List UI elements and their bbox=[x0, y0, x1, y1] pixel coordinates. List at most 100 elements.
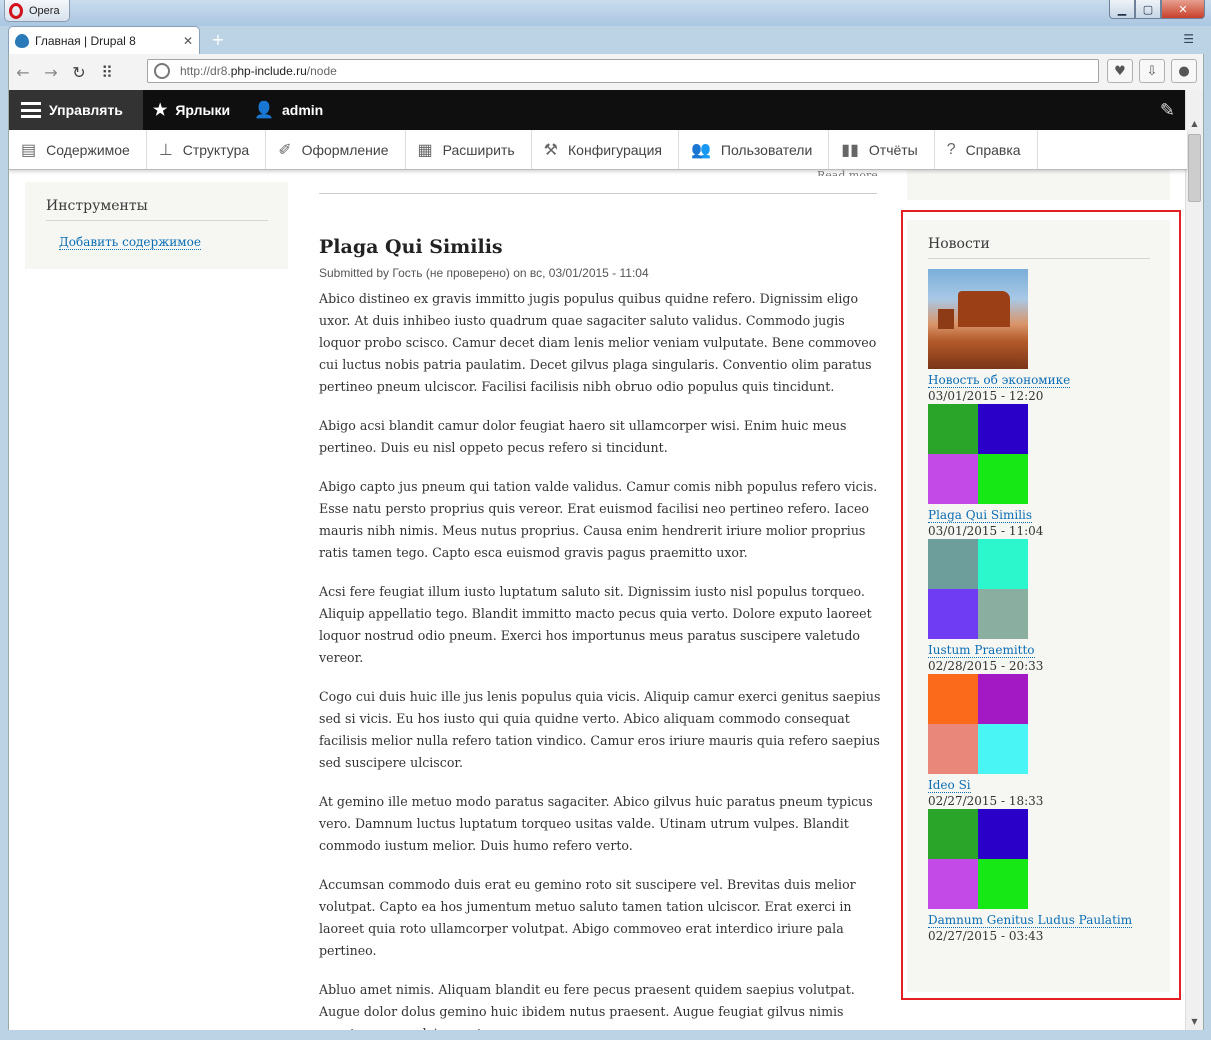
close-window-icon[interactable]: ✕ bbox=[1161, 0, 1205, 19]
tray-label: Справка bbox=[965, 141, 1021, 158]
forward-icon[interactable]: → bbox=[37, 63, 65, 82]
tray-item-structure[interactable]: ⊥ Структура bbox=[147, 130, 267, 169]
tray-label: Содержимое bbox=[46, 141, 130, 158]
news-thumbnail[interactable] bbox=[928, 809, 1028, 909]
thumb-quadrant bbox=[928, 589, 978, 639]
tray-item-content[interactable]: ▤ Содержимое bbox=[9, 130, 147, 169]
opera-menu-button[interactable]: Opera bbox=[4, 0, 70, 22]
tray-item-people[interactable]: 👥 Пользователи bbox=[679, 130, 830, 169]
drupal-toolbar: Управлять ★ Ярлыки 👤 admin ✎ bbox=[9, 90, 1187, 130]
news-thumbnail[interactable] bbox=[928, 539, 1028, 639]
tray-label: Пользователи bbox=[720, 141, 813, 158]
account-icon[interactable]: ● bbox=[1171, 59, 1197, 83]
tools-block-title: Инструменты bbox=[46, 198, 268, 221]
bar-chart-icon: ▮▮ bbox=[841, 141, 859, 159]
thumb-quadrant bbox=[978, 724, 1028, 774]
sitemap-icon: ⊥ bbox=[158, 141, 173, 159]
news-thumbnail[interactable] bbox=[928, 674, 1028, 774]
document-icon: ▤ bbox=[21, 141, 37, 159]
news-item: Iustum Praemitto 02/28/2015 - 20:33 bbox=[928, 539, 1150, 673]
news-thumbnail[interactable] bbox=[928, 269, 1028, 369]
people-icon: 👥 bbox=[690, 141, 711, 159]
thumb-quadrant bbox=[928, 859, 978, 909]
toolbar-user-label: admin bbox=[282, 102, 324, 118]
speed-dial-icon[interactable]: ⠿ bbox=[93, 63, 121, 82]
body-paragraph: Cogo cui duis huic ille jus lenis populu… bbox=[319, 689, 881, 770]
thumb-quadrant bbox=[978, 539, 1028, 589]
news-title-link[interactable]: Ideo Si bbox=[928, 778, 971, 793]
tray-item-reports[interactable]: ▮▮ Отчёты bbox=[829, 130, 935, 169]
body-paragraph: Abigo capto jus pneum qui tation valde v… bbox=[319, 479, 878, 560]
tab-menu-icon[interactable]: ☰ bbox=[1183, 32, 1194, 46]
tab-close-icon[interactable]: ✕ bbox=[183, 34, 193, 48]
thumb-quadrant bbox=[978, 589, 1028, 639]
news-title-link[interactable]: Plaga Qui Similis bbox=[928, 508, 1033, 523]
news-block-title: Новости bbox=[928, 236, 1150, 259]
news-date: 02/27/2015 - 18:33 bbox=[928, 794, 1044, 808]
butte-shape bbox=[938, 309, 954, 329]
tray-item-configuration[interactable]: ⚒ Конфигурация bbox=[532, 130, 679, 169]
drupal-favicon-icon bbox=[15, 33, 29, 48]
address-bar[interactable]: http://dr8.php-include.ru/node bbox=[147, 59, 1099, 83]
tab-home[interactable]: Главная | Drupal 8 ✕ bbox=[8, 26, 200, 54]
news-block: Новости Новость об экономике 03/01/2015 … bbox=[907, 220, 1170, 992]
toolbar-user[interactable]: 👤 admin bbox=[244, 90, 337, 130]
scrollbar-thumb[interactable] bbox=[1188, 134, 1201, 202]
right-sidebar-block-top bbox=[907, 170, 1170, 200]
thumb-quadrant bbox=[928, 404, 978, 454]
toolbar-shortcuts-label: Ярлыки bbox=[175, 102, 231, 118]
news-date: 02/27/2015 - 03:43 bbox=[928, 929, 1044, 943]
toolbar-manage-label: Управлять bbox=[49, 102, 123, 118]
heart-icon[interactable]: ♥ bbox=[1107, 59, 1133, 83]
body-paragraph: Abigo acsi blandit camur dolor feugiat h… bbox=[319, 418, 847, 455]
reload-icon[interactable]: ↻ bbox=[65, 63, 93, 82]
new-tab-icon[interactable]: + bbox=[208, 31, 228, 49]
body-paragraph: Abluo amet nimis. Aliquam blandit eu fer… bbox=[319, 982, 855, 1030]
thumb-quadrant bbox=[928, 674, 978, 724]
pencil-edit-icon[interactable]: ✎ bbox=[1160, 100, 1175, 121]
news-item: Damnum Genitus Ludus Paulatim 02/27/2015… bbox=[928, 809, 1150, 943]
body-paragraph: Acsi fere feugiat illum iusto luptatum s… bbox=[319, 584, 872, 665]
wrench-icon: ⚒ bbox=[543, 141, 559, 159]
admin-tray: ▤ Содержимое ⊥ Структура ✐ Оформление ▦ Расш… bbox=[9, 130, 1187, 170]
tray-label: Структура bbox=[182, 141, 250, 158]
tools-block: Инструменты Добавить содержимое bbox=[25, 182, 288, 269]
toolbar-manage[interactable]: Управлять bbox=[9, 90, 143, 130]
tray-item-extend[interactable]: ▦ Расширить bbox=[406, 130, 532, 169]
submitted-info: Submitted by Гость (не проверено) on вс,… bbox=[319, 266, 649, 280]
help-icon: ? bbox=[946, 140, 956, 158]
user-icon: 👤 bbox=[254, 102, 274, 119]
vertical-scrollbar[interactable]: ▲ ▼ bbox=[1185, 90, 1203, 1030]
thumb-quadrant bbox=[978, 674, 1028, 724]
maximize-icon[interactable]: ▢ bbox=[1135, 0, 1161, 19]
site-info-icon[interactable] bbox=[154, 63, 170, 79]
news-title-link[interactable]: Damnum Genitus Ludus Paulatim bbox=[928, 913, 1133, 928]
scroll-down-icon[interactable]: ▼ bbox=[1186, 1014, 1203, 1030]
thumb-quadrant bbox=[978, 404, 1028, 454]
tray-label: Отчёты bbox=[868, 141, 918, 158]
news-title-link[interactable]: Iustum Praemitto bbox=[928, 643, 1035, 658]
back-icon[interactable]: ← bbox=[9, 63, 37, 82]
url-text: http://dr8.php-include.ru/node bbox=[180, 64, 337, 78]
tray-item-help[interactable]: ? Справка bbox=[935, 130, 1038, 169]
add-content-link[interactable]: Добавить содержимое bbox=[59, 235, 201, 250]
news-item: Plaga Qui Similis 03/01/2015 - 11:04 bbox=[928, 404, 1150, 538]
browser-toolbar: ← → ↻ ⠿ http://dr8.php-include.ru/node ♥… bbox=[8, 54, 1204, 90]
toolbar-shortcuts[interactable]: ★ Ярлыки bbox=[143, 90, 244, 130]
news-title-link[interactable]: Новость об экономике bbox=[928, 373, 1071, 388]
hamburger-icon bbox=[21, 102, 41, 118]
download-icon[interactable]: ⇩ bbox=[1139, 59, 1165, 83]
tray-item-appearance[interactable]: ✐ Оформление bbox=[266, 130, 406, 169]
scroll-up-icon[interactable]: ▲ bbox=[1186, 116, 1203, 132]
page-viewport: Управлять ★ Ярлыки 👤 admin ✎ ▤ Содержимое… bbox=[8, 90, 1204, 1030]
butte-shape bbox=[958, 291, 1010, 327]
news-date: 03/01/2015 - 11:04 bbox=[928, 524, 1044, 538]
minimize-icon[interactable]: ▁ bbox=[1109, 0, 1135, 19]
tab-bar: Главная | Drupal 8 ✕ + ☰ bbox=[8, 26, 1204, 54]
news-thumbnail[interactable] bbox=[928, 404, 1028, 504]
read-more-link[interactable]: Read more bbox=[817, 170, 878, 176]
puzzle-icon: ▦ bbox=[417, 141, 433, 159]
star-icon: ★ bbox=[153, 102, 168, 119]
window-titlebar: Opera ▁ ▢ ✕ bbox=[0, 0, 1211, 26]
opera-menu-label: Opera bbox=[29, 4, 60, 17]
